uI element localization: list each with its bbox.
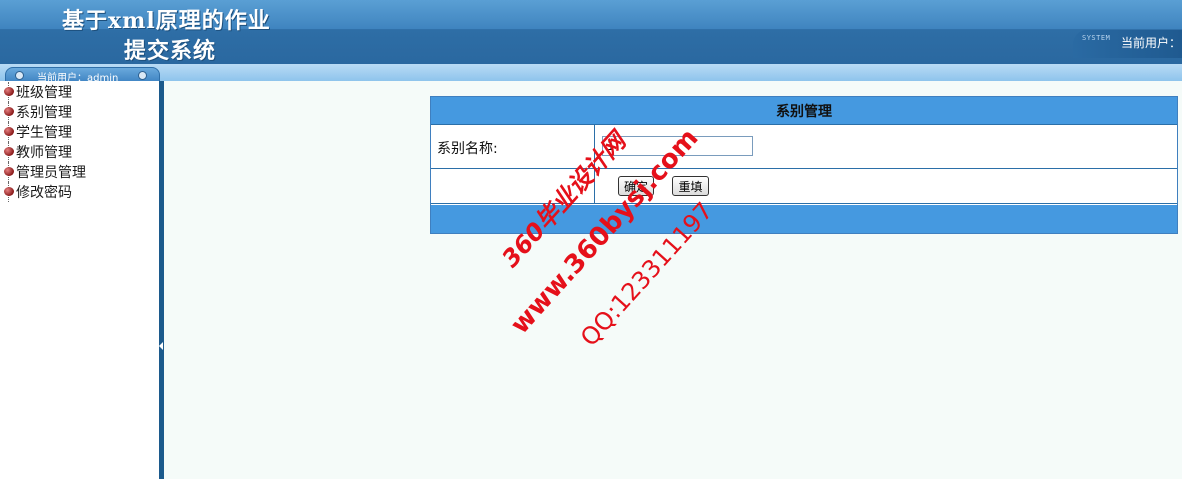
reset-button[interactable]: 重填 [672,176,709,196]
sidebar-collapse-arrow-icon[interactable] [159,342,163,350]
confirm-button[interactable]: 确定 [618,176,654,196]
form-header: 系别管理 [431,97,1177,125]
sidebar-divider[interactable] [159,81,164,479]
sidebar-item-student-management[interactable]: 学生管理 [0,122,86,142]
system-word: SYSTEM [1082,34,1111,42]
department-form-panel: 系别管理 系别名称: 确定 重填 [430,96,1178,234]
user-bar-left-dot-icon [15,71,24,80]
current-user-header-label: 当前用户： [1121,36,1182,50]
tree-node-icon [4,187,14,196]
app-title-line2: 提交系统 [124,38,217,64]
sidebar-item-label[interactable]: 班级管理 [16,82,72,102]
department-name-label: 系别名称: [437,141,498,157]
header-strip [0,64,1182,81]
sidebar-item-class-management[interactable]: 班级管理 [0,82,86,102]
sidebar-nav-tree: 班级管理 系别管理 学生管理 教师管理 管理员管理 修改密码 [0,82,86,202]
app-title-line1: 基于xml原理的作业 [62,8,271,34]
sidebar-item-label[interactable]: 教师管理 [16,142,72,162]
form-row-actions: 确定 重填 [431,169,1177,204]
tree-node-icon [4,147,14,156]
sidebar-item-teacher-management[interactable]: 教师管理 [0,142,86,162]
tree-node-icon [4,87,14,96]
tree-node-icon [4,127,14,136]
department-name-input[interactable] [602,136,753,156]
sidebar-item-department-management[interactable]: 系别管理 [0,102,86,122]
form-footer [431,205,1177,233]
sidebar-item-label[interactable]: 学生管理 [16,122,72,142]
form-title: 系别管理 [776,103,832,120]
sidebar-item-change-password[interactable]: 修改密码 [0,182,86,202]
sidebar-item-label[interactable]: 修改密码 [16,182,72,202]
sidebar-item-label[interactable]: 系别管理 [16,102,72,122]
form-row-name: 系别名称: [431,125,1177,169]
sidebar-item-label[interactable]: 管理员管理 [16,162,86,182]
app-header: 基于xml原理的作业 提交系统 SYSTEM 当前用户： [0,0,1182,64]
sidebar-item-admin-management[interactable]: 管理员管理 [0,162,86,182]
user-bar-right-dot-icon [138,71,147,80]
tree-node-icon [4,107,14,116]
tree-node-icon [4,167,14,176]
